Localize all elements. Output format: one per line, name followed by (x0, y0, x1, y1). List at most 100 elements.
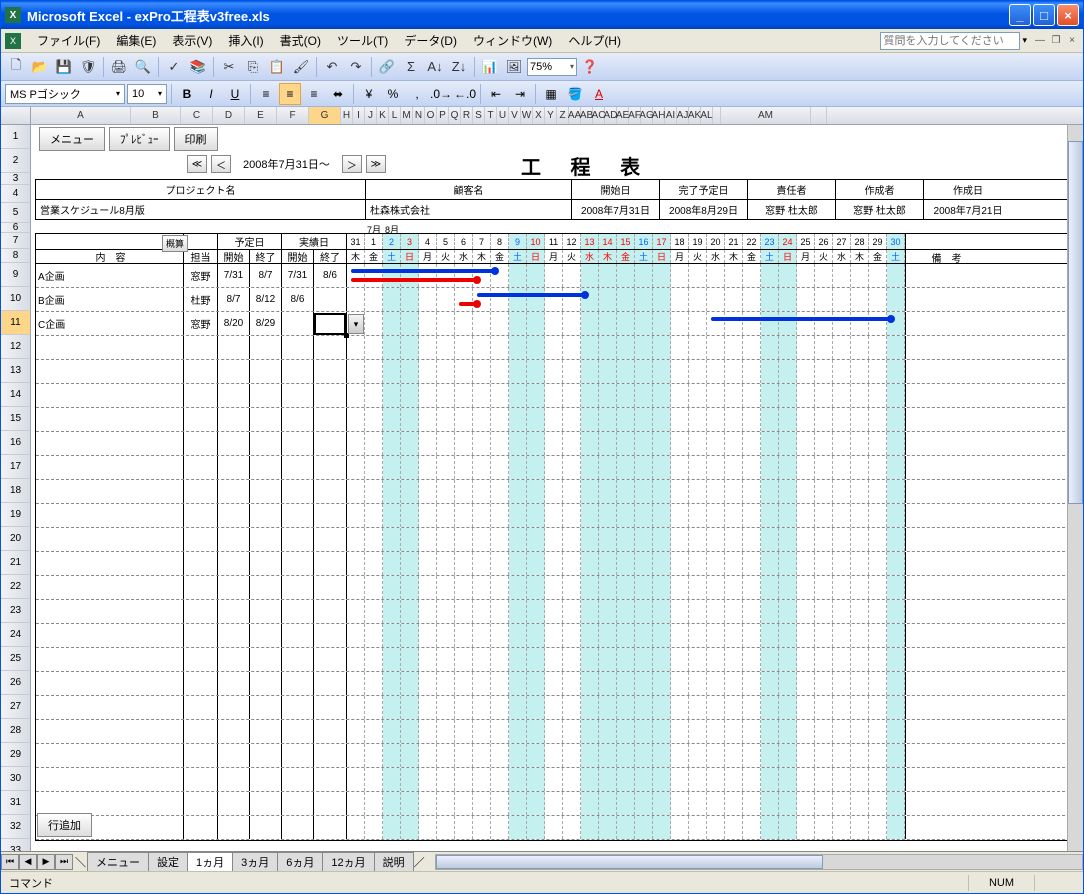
row-header[interactable]: 3 (1, 173, 31, 185)
currency-button[interactable]: ¥ (358, 83, 380, 105)
schedule-cell[interactable] (36, 360, 184, 383)
sheet-tab[interactable]: 3ヵ月 (232, 852, 278, 871)
maximize-button[interactable]: □ (1033, 4, 1055, 26)
column-header[interactable] (811, 107, 827, 124)
column-header[interactable]: B (131, 107, 181, 124)
schedule-cell[interactable] (218, 624, 250, 647)
decrease-decimal-button[interactable]: ←.0 (454, 83, 476, 105)
schedule-cell[interactable] (250, 504, 282, 527)
remarks-cell[interactable] (905, 264, 987, 287)
column-header[interactable]: T (485, 107, 497, 124)
schedule-cell[interactable] (184, 576, 218, 599)
schedule-cell[interactable] (250, 768, 282, 791)
print-icon[interactable]: 🖨 (108, 56, 130, 78)
active-cell[interactable] (314, 313, 346, 335)
sheet-tab[interactable]: 1ヵ月 (187, 852, 233, 871)
sheet-tab[interactable]: メニュー (87, 852, 149, 871)
remarks-cell[interactable] (905, 552, 987, 575)
schedule-cell[interactable] (218, 552, 250, 575)
schedule-cell[interactable] (218, 720, 250, 743)
remarks-cell[interactable] (905, 792, 987, 815)
vertical-scroll-thumb[interactable] (1068, 141, 1083, 504)
tab-last-button[interactable]: ⏭ (55, 854, 73, 870)
schedule-cell[interactable] (184, 600, 218, 623)
meta-value-cell[interactable]: 2008年7月31日 (572, 200, 660, 219)
sort-asc-icon[interactable]: A↓ (424, 56, 446, 78)
meta-value-cell[interactable]: 杜森株式会社 (366, 200, 572, 219)
row-header[interactable]: 33 (1, 839, 31, 851)
column-header[interactable]: E (245, 107, 277, 124)
fill-color-button[interactable]: 🪣 (564, 83, 586, 105)
schedule-cell[interactable] (282, 456, 314, 479)
doc-close-button[interactable]: × (1065, 34, 1079, 48)
schedule-cell[interactable] (250, 552, 282, 575)
font-dropdown[interactable]: MS Pゴシック (5, 84, 125, 104)
help-search-input[interactable] (880, 32, 1020, 50)
row-header[interactable]: 22 (1, 575, 31, 599)
cells-area[interactable]: メニュー ﾌﾟﾚﾋﾞｭｰ 印刷 ≪ ＜ 2008年7月31日～ ＞ ≫ 工 程 … (31, 125, 1083, 851)
schedule-cell[interactable] (282, 720, 314, 743)
chart-icon[interactable]: 📊 (479, 56, 501, 78)
align-center-button[interactable]: ≡ (279, 83, 301, 105)
schedule-cell[interactable]: 7/31 (282, 264, 314, 287)
new-icon[interactable]: 🗋 (5, 56, 27, 78)
row-header[interactable]: 25 (1, 647, 31, 671)
column-header[interactable]: I (353, 107, 365, 124)
preview-button[interactable]: ﾌﾟﾚﾋﾞｭｰ (109, 127, 170, 151)
schedule-cell[interactable] (36, 696, 184, 719)
schedule-cell[interactable] (282, 336, 314, 359)
schedule-cell[interactable] (218, 600, 250, 623)
schedule-cell[interactable] (218, 696, 250, 719)
schedule-cell[interactable] (218, 648, 250, 671)
schedule-cell[interactable] (314, 792, 346, 815)
font-size-dropdown[interactable]: 10 (127, 84, 167, 104)
schedule-cell[interactable]: 7/31 (218, 264, 250, 287)
schedule-cell[interactable] (36, 720, 184, 743)
row-header[interactable]: 10 (1, 287, 31, 311)
meta-value-cell[interactable]: 窓野 杜太郎 (836, 200, 924, 219)
schedule-cell[interactable] (218, 384, 250, 407)
menu-item[interactable]: 編集(E) (108, 32, 164, 50)
schedule-cell[interactable] (184, 504, 218, 527)
row-header[interactable]: 2 (1, 149, 31, 173)
align-left-button[interactable]: ≡ (255, 83, 277, 105)
row-header[interactable]: 9 (1, 263, 31, 287)
schedule-cell[interactable] (184, 696, 218, 719)
percent-button[interactable]: % (382, 83, 404, 105)
menu-item[interactable]: データ(D) (396, 32, 465, 50)
font-color-button[interactable]: A (588, 83, 610, 105)
schedule-cell[interactable] (184, 432, 218, 455)
row-header[interactable]: 16 (1, 431, 31, 455)
schedule-cell[interactable] (184, 384, 218, 407)
schedule-cell[interactable] (36, 528, 184, 551)
meta-value-cell[interactable]: 2008年7月21日 (924, 200, 1012, 219)
schedule-cell[interactable] (184, 552, 218, 575)
schedule-cell[interactable] (282, 648, 314, 671)
schedule-cell[interactable]: 8/7 (218, 288, 250, 311)
close-button[interactable]: × (1057, 4, 1079, 26)
remarks-cell[interactable] (905, 744, 987, 767)
open-icon[interactable]: 📂 (29, 56, 51, 78)
row-header[interactable]: 23 (1, 599, 31, 623)
schedule-cell[interactable] (36, 456, 184, 479)
column-header[interactable]: Q (449, 107, 461, 124)
doc-minimize-button[interactable]: — (1033, 34, 1047, 48)
column-header[interactable]: X (533, 107, 545, 124)
column-header[interactable] (713, 107, 721, 124)
schedule-cell[interactable]: 8/29 (250, 312, 282, 335)
schedule-cell[interactable] (36, 504, 184, 527)
column-header[interactable]: V (509, 107, 521, 124)
menu-item[interactable]: ツール(T) (329, 32, 396, 50)
remarks-cell[interactable] (905, 336, 987, 359)
row-header[interactable]: 18 (1, 479, 31, 503)
menu-item[interactable]: ヘルプ(H) (560, 32, 629, 50)
menu-item[interactable]: 書式(O) (272, 32, 329, 50)
schedule-cell[interactable] (282, 792, 314, 815)
menu-button[interactable]: メニュー (39, 127, 105, 151)
column-header[interactable]: J (365, 107, 377, 124)
schedule-cell[interactable] (36, 792, 184, 815)
schedule-cell[interactable] (184, 744, 218, 767)
schedule-cell[interactable]: 8/6 (314, 264, 346, 287)
meta-value-cell[interactable]: 2008年8月29日 (660, 200, 748, 219)
schedule-cell[interactable] (282, 360, 314, 383)
